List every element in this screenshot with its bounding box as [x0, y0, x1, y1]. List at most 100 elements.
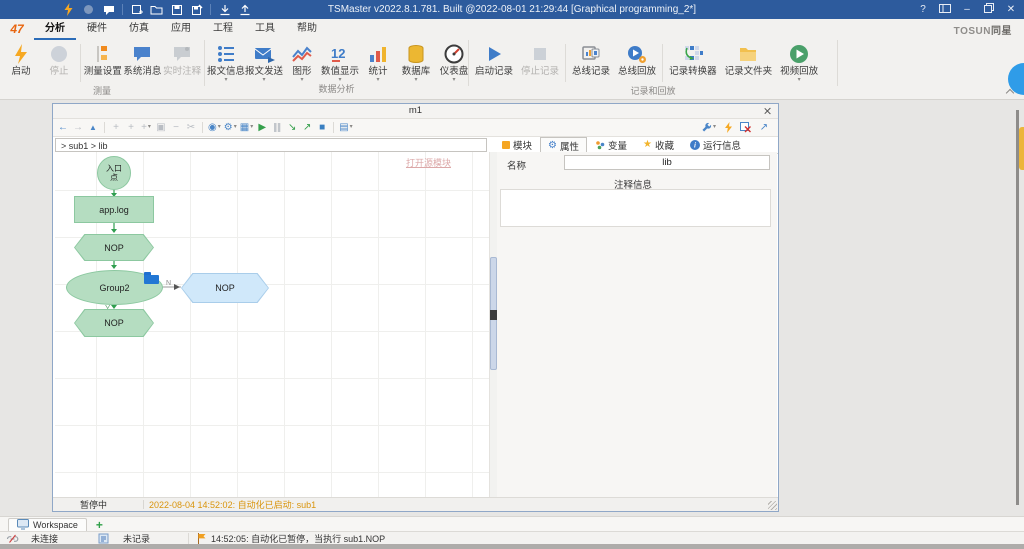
- minimize-button[interactable]: –: [956, 4, 978, 15]
- ribbon-button-record-converter[interactable]: 记录转换器: [665, 41, 721, 77]
- save-icon[interactable]: [170, 3, 183, 16]
- lightning-icon[interactable]: [62, 3, 75, 16]
- ribbon-button-database[interactable]: 数据库▾: [397, 41, 435, 83]
- menu-tab-6[interactable]: 工具: [244, 19, 286, 40]
- add-icon[interactable]: +: [110, 121, 122, 134]
- tab-variables[interactable]: 变量: [587, 137, 635, 153]
- tab-module[interactable]: 模块: [494, 137, 540, 153]
- help-button[interactable]: ?: [912, 4, 934, 15]
- step-into-icon[interactable]: ↘: [286, 121, 298, 134]
- ribbon-button-start-record[interactable]: 启动记录: [471, 41, 517, 77]
- flash-icon[interactable]: [722, 121, 734, 134]
- node-nop-2[interactable]: NOP: [181, 273, 269, 303]
- ribbon-button-numeric-display[interactable]: 12数值显示▾: [321, 41, 359, 83]
- tab-label: 变量: [608, 138, 627, 152]
- document-window-m1: m1 ←→▲+++▾▣−✂◉▾⚙▾▦▾▶↘↗■▤▾▾↗ > sub1 > lib…: [52, 103, 779, 512]
- close-doc-icon[interactable]: [740, 121, 752, 134]
- record-dot-icon[interactable]: [82, 3, 95, 16]
- flowchart-canvas[interactable]: N Y 入口点app.logNOPGroup2NOPNOP 打开源模块: [55, 152, 490, 498]
- ribbon-button-bus-replay[interactable]: 总线回放: [614, 41, 660, 77]
- menu-tab-7[interactable]: 帮助: [286, 19, 328, 40]
- brand-logo: TOSUN同星: [954, 22, 1012, 37]
- document-body: N Y 入口点app.logNOPGroup2NOPNOP 打开源模块 名称: [54, 152, 777, 498]
- ribbon-button-bus-record[interactable]: 总线记录: [568, 41, 614, 77]
- canvas-scrollbar[interactable]: [490, 152, 497, 498]
- ribbon-button-label: 数据库: [402, 66, 431, 77]
- ribbon-button-measurement-settings[interactable]: 测量设置: [83, 41, 123, 77]
- cut-icon[interactable]: ✂: [185, 121, 197, 134]
- ribbon-button-label: 实时注释: [163, 66, 201, 77]
- menu-tab-5[interactable]: 工程: [202, 19, 244, 40]
- menu-tab-4[interactable]: 应用: [160, 19, 202, 40]
- close-icon[interactable]: [763, 106, 773, 116]
- ribbon-button-label: 停止: [49, 66, 68, 77]
- add-icon[interactable]: +▾: [140, 121, 152, 134]
- close-button[interactable]: ✕: [1000, 4, 1022, 15]
- forward-icon[interactable]: →: [72, 121, 84, 134]
- ribbon-button-system-messages[interactable]: 系统消息: [123, 41, 163, 77]
- script-icon[interactable]: ▤▾: [339, 121, 352, 134]
- menu-tab-3[interactable]: 仿真: [118, 19, 160, 40]
- comment-textarea[interactable]: [500, 189, 771, 227]
- ribbon-button-video-replay[interactable]: 视频回放▾: [776, 41, 822, 83]
- ribbon-group-label: 记录和回放: [469, 85, 837, 97]
- ribbon-button-start[interactable]: 启动: [2, 41, 40, 77]
- converter-icon: [682, 43, 704, 65]
- splitter-handle[interactable]: [490, 310, 497, 320]
- copy-icon[interactable]: ▣: [155, 121, 167, 134]
- menu-tab-2[interactable]: 硬件: [76, 19, 118, 40]
- document-title-bar[interactable]: m1: [53, 104, 778, 119]
- layout-button[interactable]: [934, 4, 956, 16]
- edge-scrollbar-marker[interactable]: [1019, 127, 1024, 170]
- tools-icon[interactable]: ▾: [701, 121, 716, 134]
- ribbon-button-label: 启动: [11, 66, 30, 77]
- ribbon-button-stop[interactable]: 停止: [40, 41, 78, 77]
- run-icon[interactable]: ▶: [256, 121, 268, 134]
- ribbon-button-dashboard[interactable]: 仪表盘▾: [435, 41, 473, 83]
- step-out-icon[interactable]: ↗: [301, 121, 313, 134]
- ribbon-button-record-folder[interactable]: 记录文件夹: [721, 41, 777, 77]
- tab-runtime-info[interactable]: i运行信息: [682, 137, 749, 153]
- pause-icon[interactable]: [271, 121, 283, 134]
- add-icon[interactable]: +: [125, 121, 137, 134]
- node-entry[interactable]: 入口点: [97, 156, 131, 190]
- node-app-log[interactable]: app.log: [74, 196, 154, 223]
- up-icon[interactable]: ▲: [87, 121, 99, 134]
- ribbon-button-message-send[interactable]: 报文发送▾: [245, 41, 283, 83]
- edge-scrollbar[interactable]: [1016, 110, 1019, 505]
- breadcrumb[interactable]: > sub1 > lib: [55, 138, 487, 152]
- name-input[interactable]: [564, 155, 770, 170]
- restore-button[interactable]: [978, 3, 1000, 16]
- back-icon[interactable]: ←: [57, 121, 69, 134]
- open-folder-icon[interactable]: [150, 3, 163, 16]
- ribbon-button-graphics[interactable]: 图形▾: [283, 41, 321, 83]
- menu-tab-1[interactable]: 分析: [34, 19, 76, 40]
- ribbon-button-stop-record[interactable]: 停止记录: [517, 41, 563, 77]
- chevron-down-icon: ▾: [798, 77, 801, 83]
- chat-icon[interactable]: [102, 3, 115, 16]
- ribbon-button-message-info[interactable]: 报文信息▾: [207, 41, 245, 83]
- node-nop-3[interactable]: NOP: [74, 309, 154, 337]
- add-workspace-button[interactable]: +: [96, 519, 103, 531]
- name-label: 名称: [507, 158, 526, 172]
- ribbon-button-statistics[interactable]: 统计▾: [359, 41, 397, 83]
- new-window-icon[interactable]: [130, 3, 143, 16]
- stop-icon[interactable]: ■: [316, 121, 328, 134]
- gauge-icon: [443, 43, 465, 65]
- stop-circle-icon: [48, 43, 70, 65]
- external-icon[interactable]: ↗: [758, 121, 770, 134]
- resize-grip[interactable]: [768, 501, 777, 510]
- chat-disabled-icon: [171, 43, 193, 65]
- remove-icon[interactable]: −: [170, 121, 182, 134]
- database-icon: [405, 43, 427, 65]
- settings-icon[interactable]: ⚙▾: [224, 121, 237, 134]
- tab-workspace[interactable]: Workspace: [8, 518, 87, 532]
- open-source-module-link[interactable]: 打开源模块: [406, 156, 451, 169]
- ribbon-button-realtime-comment[interactable]: 实时注释: [162, 41, 202, 77]
- module-icon[interactable]: ▦▾: [240, 121, 253, 134]
- view-icon[interactable]: ◉▾: [208, 121, 221, 134]
- tab-favorites[interactable]: ★收藏: [635, 137, 682, 153]
- node-nop-1[interactable]: NOP: [74, 234, 154, 261]
- menu-tab-row: 47 分析硬件仿真应用工程工具帮助 TOSUN同星: [0, 19, 1024, 40]
- star-icon: ★: [643, 140, 652, 150]
